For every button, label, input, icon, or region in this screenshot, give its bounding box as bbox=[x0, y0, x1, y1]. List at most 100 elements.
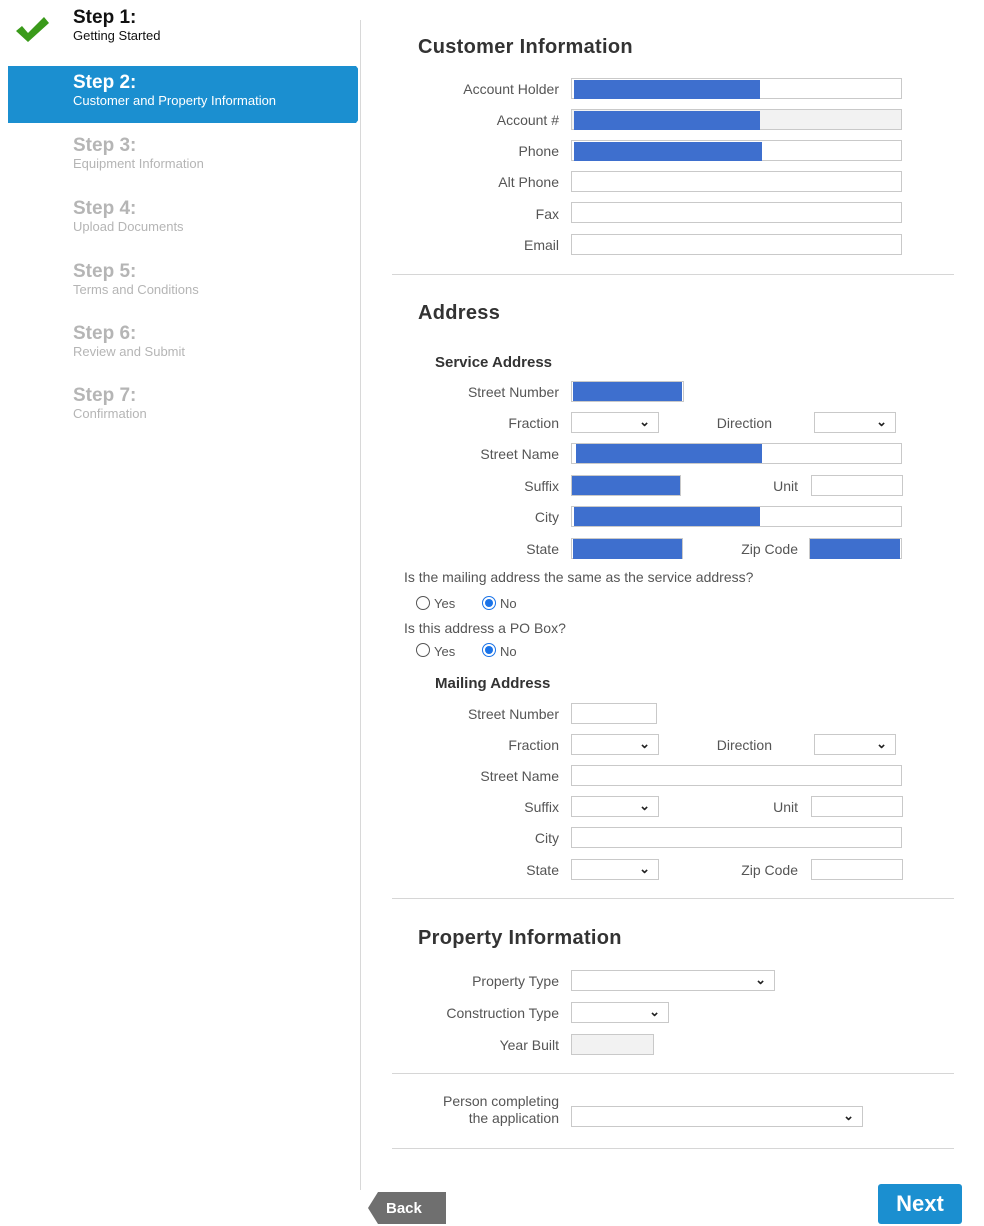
redacted-value bbox=[574, 111, 760, 130]
suffix-label: Suffix bbox=[524, 799, 559, 815]
account-holder-label: Account Holder bbox=[463, 81, 559, 97]
step-3: Step 3: Equipment Information bbox=[73, 136, 204, 172]
step-description: Customer and Property Information bbox=[73, 93, 277, 108]
step-2[interactable]: Step 2: Customer and Property Informatio… bbox=[73, 73, 276, 109]
state-label: State bbox=[526, 541, 559, 557]
service-fraction-select[interactable]: ⌄ bbox=[571, 412, 659, 433]
mailing-suffix-select[interactable]: ⌄ bbox=[571, 796, 659, 817]
mailing-zip-input[interactable] bbox=[811, 859, 903, 880]
step-6: Step 6: Review and Submit bbox=[73, 324, 185, 360]
redacted-value bbox=[810, 539, 900, 559]
step-1[interactable]: Step 1: Getting Started bbox=[73, 8, 160, 44]
account-number-label: Account # bbox=[496, 112, 559, 128]
mailing-city-input[interactable] bbox=[571, 827, 902, 848]
step-5: Step 5: Terms and Conditions bbox=[73, 262, 199, 298]
email-label: Email bbox=[523, 237, 559, 253]
step-number: Step 3: bbox=[73, 135, 137, 156]
section-divider bbox=[392, 274, 954, 275]
year-built-label: Year Built bbox=[499, 1037, 559, 1053]
step-number: Step 1: bbox=[73, 7, 137, 28]
step-description: Getting Started bbox=[73, 28, 161, 43]
service-direction-select[interactable]: ⌄ bbox=[814, 412, 896, 433]
section-divider bbox=[392, 898, 954, 899]
radio-label: No bbox=[500, 596, 517, 611]
chevron-down-icon: ⌄ bbox=[876, 736, 887, 751]
mailing-same-question: Is the mailing address the same as the s… bbox=[404, 569, 754, 585]
step-number: Step 6: bbox=[73, 323, 137, 344]
street-number-label: Street Number bbox=[467, 706, 559, 722]
city-label: City bbox=[534, 830, 559, 846]
redacted-value bbox=[573, 382, 682, 401]
unit-label: Unit bbox=[773, 799, 798, 815]
chevron-down-icon: ⌄ bbox=[639, 798, 650, 813]
person-completing-line2: the application bbox=[468, 1110, 559, 1126]
property-type-label: Property Type bbox=[472, 973, 559, 989]
redacted-value bbox=[572, 476, 680, 495]
chevron-down-icon: ⌄ bbox=[639, 736, 650, 751]
po-box-question: Is this address a PO Box? bbox=[404, 620, 566, 636]
service-unit-input[interactable] bbox=[811, 475, 903, 496]
redacted-value bbox=[573, 539, 682, 559]
person-completing-select[interactable]: ⌄ bbox=[571, 1106, 863, 1127]
redacted-value bbox=[576, 444, 762, 463]
chevron-down-icon: ⌄ bbox=[843, 1108, 854, 1123]
step-4: Step 4: Upload Documents bbox=[73, 199, 184, 235]
direction-label: Direction bbox=[716, 415, 772, 431]
step-number: Step 4: bbox=[73, 198, 137, 219]
city-label: City bbox=[534, 509, 559, 525]
chevron-down-icon: ⌄ bbox=[755, 972, 766, 987]
person-completing-label: Person completing the application bbox=[443, 1093, 559, 1127]
property-info-title: Property Information bbox=[418, 927, 622, 949]
person-completing-line1: Person completing bbox=[443, 1093, 559, 1109]
po-box-no-radio[interactable] bbox=[482, 643, 496, 657]
chevron-down-icon: ⌄ bbox=[649, 1004, 660, 1019]
step-description: Terms and Conditions bbox=[73, 282, 199, 297]
next-button[interactable]: Next bbox=[878, 1184, 962, 1224]
radio-label: Yes bbox=[434, 596, 456, 611]
fraction-label: Fraction bbox=[508, 415, 559, 431]
mailing-address-title: Mailing Address bbox=[435, 675, 551, 692]
street-name-label: Street Name bbox=[480, 446, 559, 462]
redacted-value bbox=[574, 142, 762, 161]
redacted-value bbox=[574, 507, 760, 526]
mailing-same-no-radio[interactable] bbox=[482, 596, 496, 610]
po-box-yes-radio[interactable] bbox=[416, 643, 430, 657]
construction-type-select[interactable]: ⌄ bbox=[571, 1002, 669, 1023]
step-number: Step 5: bbox=[73, 261, 137, 282]
zip-code-label: Zip Code bbox=[741, 541, 798, 557]
mailing-direction-select[interactable]: ⌄ bbox=[814, 734, 896, 755]
alt-phone-input[interactable] bbox=[571, 171, 902, 192]
sidebar-divider bbox=[360, 20, 361, 1190]
property-type-select[interactable]: ⌄ bbox=[571, 970, 775, 991]
address-title: Address bbox=[418, 302, 501, 324]
mailing-street-number-input[interactable] bbox=[571, 703, 657, 724]
check-icon bbox=[16, 17, 49, 42]
fax-input[interactable] bbox=[571, 202, 902, 223]
unit-label: Unit bbox=[773, 478, 798, 494]
step-number: Step 2: bbox=[73, 72, 137, 93]
chevron-down-icon: ⌄ bbox=[639, 414, 650, 429]
suffix-label: Suffix bbox=[524, 478, 559, 494]
mailing-same-yes-radio[interactable] bbox=[416, 596, 430, 610]
fraction-label: Fraction bbox=[508, 737, 559, 753]
email-input[interactable] bbox=[571, 234, 902, 255]
mailing-fraction-select[interactable]: ⌄ bbox=[571, 734, 659, 755]
service-address-title: Service Address bbox=[435, 354, 553, 371]
mailing-state-select[interactable]: ⌄ bbox=[571, 859, 659, 880]
mailing-street-name-input[interactable] bbox=[571, 765, 902, 786]
section-divider bbox=[392, 1148, 954, 1149]
section-divider bbox=[392, 1073, 954, 1074]
street-number-label: Street Number bbox=[467, 384, 559, 400]
year-built-input[interactable] bbox=[571, 1034, 654, 1055]
step-description: Review and Submit bbox=[73, 344, 185, 359]
back-button[interactable]: Back bbox=[368, 1192, 446, 1224]
step-7: Step 7: Confirmation bbox=[73, 386, 147, 422]
radio-label: Yes bbox=[434, 644, 456, 659]
fax-label: Fax bbox=[535, 206, 559, 222]
chevron-down-icon: ⌄ bbox=[876, 414, 887, 429]
mailing-unit-input[interactable] bbox=[811, 796, 903, 817]
redacted-value bbox=[574, 80, 760, 99]
direction-label: Direction bbox=[716, 737, 772, 753]
step-number: Step 7: bbox=[73, 385, 137, 406]
step-description: Upload Documents bbox=[73, 219, 184, 234]
